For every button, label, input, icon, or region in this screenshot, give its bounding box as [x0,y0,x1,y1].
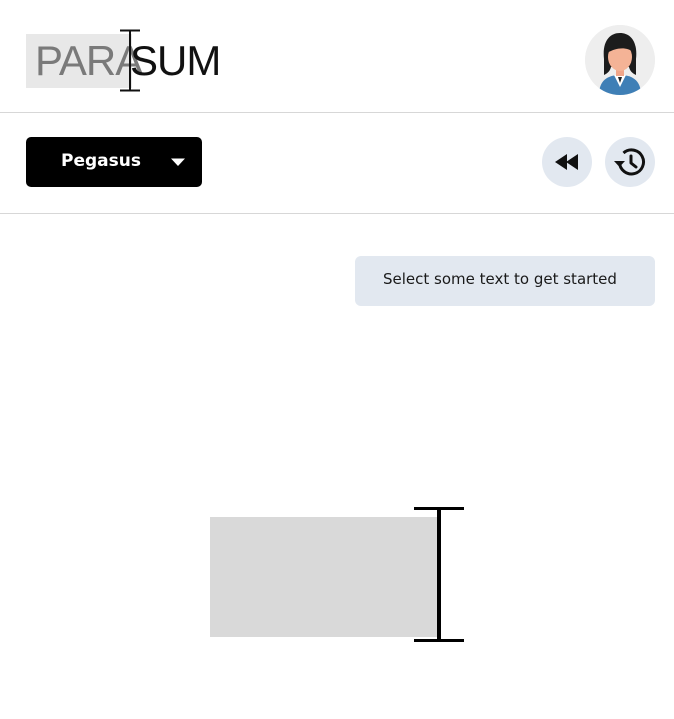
rewind-button[interactable] [542,137,592,187]
logo-text-plain: SUM [130,37,221,84]
user-avatar-icon [585,25,655,95]
status-message-text: Select some text to get started [383,270,617,288]
rewind-icon [555,154,578,170]
header: PARA SUM [0,0,674,113]
model-select-value: Pegasus [61,151,141,171]
status-message: Select some text to get started [355,256,655,306]
selection-block [210,517,438,637]
app-root: PARA SUM Pegasus Select some text to get… [0,0,674,719]
caret-down-icon [171,158,185,166]
text-cursor-selection-icon [210,507,464,642]
history-button[interactable] [605,137,655,187]
parasum-logo[interactable]: PARA SUM [26,28,226,92]
text-cursor-icon [120,29,140,92]
history-icon [614,148,645,176]
user-avatar[interactable] [585,25,655,95]
model-select-dropdown[interactable]: Pegasus [26,137,202,187]
toolbar: Pegasus [0,113,674,214]
